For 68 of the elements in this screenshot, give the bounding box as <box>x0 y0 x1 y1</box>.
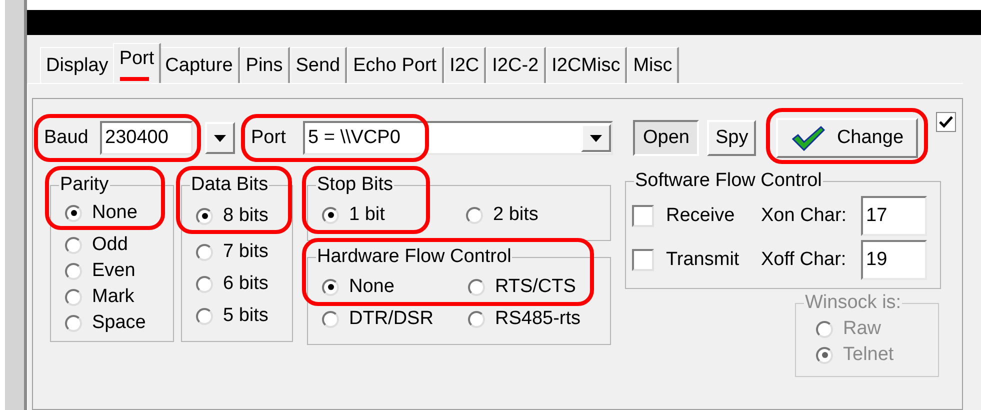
radio-button[interactable] <box>322 206 339 224</box>
radio-button[interactable] <box>196 308 213 324</box>
radio-button[interactable] <box>322 310 339 328</box>
radio-label: 7 bits <box>223 241 268 263</box>
checkbox-label: Receive <box>666 204 736 228</box>
radio-button[interactable] <box>322 278 339 296</box>
tab[interactable]: Echo Port <box>347 47 444 83</box>
tab[interactable]: Display <box>40 47 116 83</box>
tab[interactable]: I2CMisc <box>546 47 628 83</box>
radio-button[interactable] <box>196 244 213 260</box>
radio-button[interactable] <box>65 314 82 332</box>
field-label: Xoff Char: <box>761 248 848 272</box>
radio-label: RS485-rts <box>495 308 581 330</box>
tab[interactable]: Capture <box>159 47 240 83</box>
tab[interactable]: I2C <box>444 47 486 83</box>
radio-label: RTS/CTS <box>495 276 576 298</box>
checkbox[interactable] <box>632 249 654 271</box>
radio-label: Even <box>92 260 136 282</box>
tab[interactable]: Misc <box>627 47 680 83</box>
radio-label: 6 bits <box>223 273 268 295</box>
radio-button[interactable] <box>468 278 485 296</box>
radio-button[interactable] <box>65 236 82 254</box>
radio-label: Mark <box>92 286 134 308</box>
checkbox-label: Transmit <box>666 248 740 272</box>
checkbox[interactable] <box>632 205 654 227</box>
tab[interactable]: I2C-2 <box>486 47 546 83</box>
caret-down-icon <box>214 134 226 142</box>
input-field[interactable]: 19 <box>861 240 927 280</box>
radio-button[interactable] <box>65 288 82 306</box>
toggle-button[interactable]: Open <box>633 120 700 156</box>
radio-button[interactable] <box>65 204 82 222</box>
group-title: Stop Bits <box>316 174 394 196</box>
port-field[interactable]: 5 = \\VCP0 <box>303 121 613 155</box>
radio-button[interactable] <box>65 262 82 280</box>
radio-button[interactable] <box>466 206 483 224</box>
tab[interactable]: Send <box>290 47 348 83</box>
field-value: 5 = \\VCP0 <box>308 126 400 150</box>
radio-label: Raw <box>843 318 882 340</box>
change-button[interactable]: Change <box>776 118 918 158</box>
baud-field[interactable]: 230400 <box>100 121 193 155</box>
highlight-underline <box>120 77 150 81</box>
radio-label: 5 bits <box>223 305 268 327</box>
dropdown-button[interactable] <box>581 124 611 152</box>
radio-button[interactable] <box>468 310 485 328</box>
checkmark-icon <box>939 116 954 128</box>
radio-label: None <box>349 276 394 298</box>
dropdown-button[interactable] <box>205 122 235 154</box>
radio-label: DTR/DSR <box>349 308 434 330</box>
field-label: Baud <box>43 126 90 150</box>
radio-label: 1 bit <box>349 204 385 226</box>
radio-label: 8 bits <box>223 205 268 227</box>
radio-button[interactable] <box>196 276 213 292</box>
input-field[interactable]: 17 <box>861 196 927 236</box>
tab[interactable]: Pins <box>240 47 290 83</box>
field-label: Port <box>250 126 287 150</box>
radio-label: None <box>92 202 138 224</box>
radio-label: Odd <box>92 234 128 256</box>
toggle-button[interactable]: Spy <box>707 120 756 156</box>
checkmark-icon <box>790 125 825 151</box>
caret-down-icon <box>590 134 602 142</box>
checkbox[interactable] <box>936 112 956 132</box>
radio-button[interactable] <box>196 208 213 224</box>
radio-label: 2 bits <box>493 204 538 226</box>
group-title: Parity <box>59 174 110 196</box>
field-label: Xon Char: <box>761 204 848 228</box>
radio-label: Telnet <box>843 344 894 366</box>
radio-label: Space <box>92 312 146 334</box>
tab[interactable]: Port <box>113 43 162 83</box>
